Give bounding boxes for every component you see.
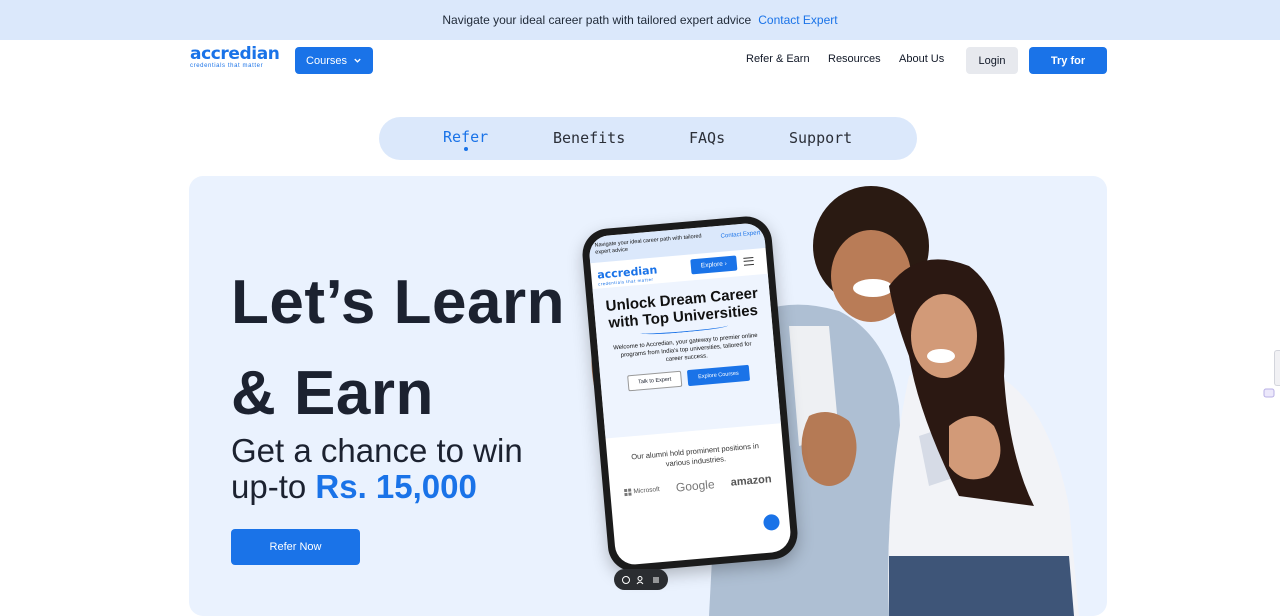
- logo-tagline: credentials that matter: [190, 63, 264, 69]
- phone-hero-desc: Welcome to Accredian, your gateway to pr…: [612, 332, 758, 363]
- announcement-text: Navigate your ideal career path with tai…: [442, 13, 752, 27]
- hero-section: Let’s Learn & Earn Get a chance to win u…: [189, 176, 1107, 616]
- chat-bubble-icon: [760, 511, 783, 534]
- phone-hero: Unlock Dream Career with Top Universitie…: [592, 273, 781, 439]
- login-button[interactable]: Login: [966, 47, 1018, 74]
- user-add-icon[interactable]: [636, 575, 646, 585]
- try-for-free-button[interactable]: Try for: [1029, 47, 1107, 74]
- hamburger-menu-icon: [743, 256, 754, 266]
- tab-faqs[interactable]: FAQs: [689, 129, 725, 147]
- phone-logo: accredian credentials that matter: [597, 263, 659, 286]
- tab-refer[interactable]: Refer: [443, 128, 488, 146]
- scroll-edge-handle[interactable]: [1274, 350, 1280, 386]
- phone-explore-label: Explore: [700, 260, 724, 270]
- courses-label: Courses: [306, 54, 347, 67]
- nav-link-resources[interactable]: Resources: [828, 53, 881, 65]
- announcement-bar: Navigate your ideal career path with tai…: [0, 0, 1280, 40]
- tab-support[interactable]: Support: [789, 129, 852, 147]
- phone-explore-courses: Explore Courses: [686, 364, 751, 387]
- main-nav: accredian credentials that matter Course…: [0, 40, 1280, 82]
- logo-wordmark: accredian: [190, 44, 280, 64]
- courses-dropdown-button[interactable]: Courses: [295, 47, 373, 74]
- microsoft-grid-icon: [624, 487, 632, 496]
- extension-icon[interactable]: [1262, 386, 1276, 400]
- tab-benefits[interactable]: Benefits: [553, 129, 625, 147]
- microsoft-label: Microsoft: [633, 485, 661, 495]
- phone-announcement-text: Navigate your ideal career path with tai…: [594, 233, 702, 256]
- microsoft-logo: Microsoft: [624, 486, 660, 496]
- active-tab-indicator: [464, 147, 468, 151]
- phone-explore-button: Explore ›: [690, 255, 738, 275]
- contact-expert-link[interactable]: Contact Expert: [758, 13, 837, 27]
- chevron-down-icon: [354, 58, 361, 63]
- floating-toolbar: [614, 569, 668, 590]
- section-tabs: Refer Benefits FAQs Support: [379, 117, 917, 160]
- phone-contact-expert: Contact Expert: [720, 230, 761, 240]
- google-logo: Google: [675, 477, 716, 495]
- nav-link-refer-earn[interactable]: Refer & Earn: [746, 53, 810, 65]
- amazon-logo: amazon: [730, 473, 773, 489]
- list-icon[interactable]: [651, 575, 661, 585]
- logo[interactable]: accredian credentials that matter: [190, 45, 280, 70]
- phone-talk-to-expert: Talk to Expert: [627, 370, 683, 392]
- phone-mockup: Navigate your ideal career path with tai…: [580, 214, 800, 574]
- nav-link-about-us[interactable]: About Us: [899, 53, 944, 65]
- phone-screen: Navigate your ideal career path with tai…: [587, 221, 793, 567]
- comment-icon[interactable]: [621, 575, 631, 585]
